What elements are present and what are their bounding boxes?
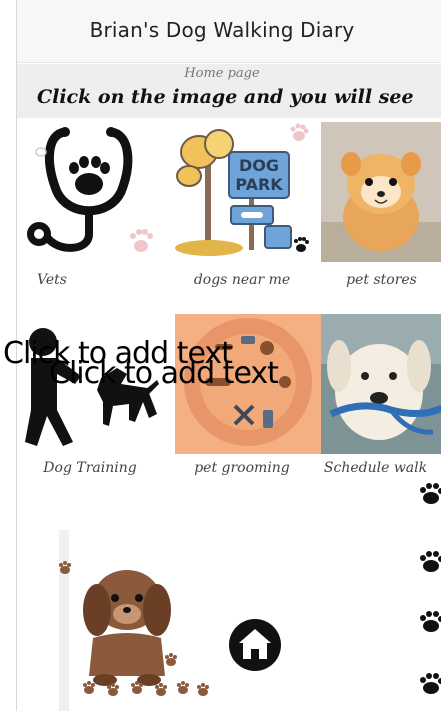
brown-dog-illustration	[59, 530, 209, 711]
dog-park-sign-line2: PARK	[235, 175, 283, 194]
page-header: Home page Click on the image and you wil…	[17, 64, 441, 118]
brown-dog-image	[43, 530, 221, 711]
instruction-text: Click on the image and you will see	[37, 86, 414, 108]
puppy-photo	[321, 122, 441, 262]
dogs-near-me-tile[interactable]: DOG PARK	[169, 122, 315, 262]
paw-print-icons	[420, 483, 441, 694]
home-button[interactable]	[223, 613, 287, 677]
page-name: Home page	[184, 66, 260, 81]
paw-trail	[413, 476, 441, 711]
pet-stores-caption: pet stores	[346, 272, 417, 288]
dogs-near-me-caption: dogs near me	[193, 272, 291, 288]
app-screen: Brian's Dog Walking Diary Home page Clic…	[3, 0, 441, 711]
pet-stores-tile[interactable]	[321, 122, 441, 262]
app-title: Brian's Dog Walking Diary	[89, 18, 355, 42]
schedule-walk-tile[interactable]	[321, 314, 441, 454]
vet-stethoscope-icon	[27, 127, 153, 252]
text-placeholder-2[interactable]: Click to add text	[49, 356, 279, 391]
dog-park-sign-line1: DOG	[239, 156, 279, 175]
title-bar: Brian's Dog Walking Diary	[17, 0, 441, 63]
pet-grooming-caption: pet grooming	[194, 460, 290, 476]
vets-caption: Vets	[37, 272, 67, 288]
schedule-walk-caption: Schedule walk	[323, 460, 428, 476]
dog-with-leash-photo	[321, 314, 441, 454]
vets-tile[interactable]	[17, 122, 163, 262]
dog-training-caption: Dog Training	[43, 460, 137, 476]
dog-park-icon: DOG PARK	[175, 123, 309, 256]
home-icon	[229, 619, 281, 671]
